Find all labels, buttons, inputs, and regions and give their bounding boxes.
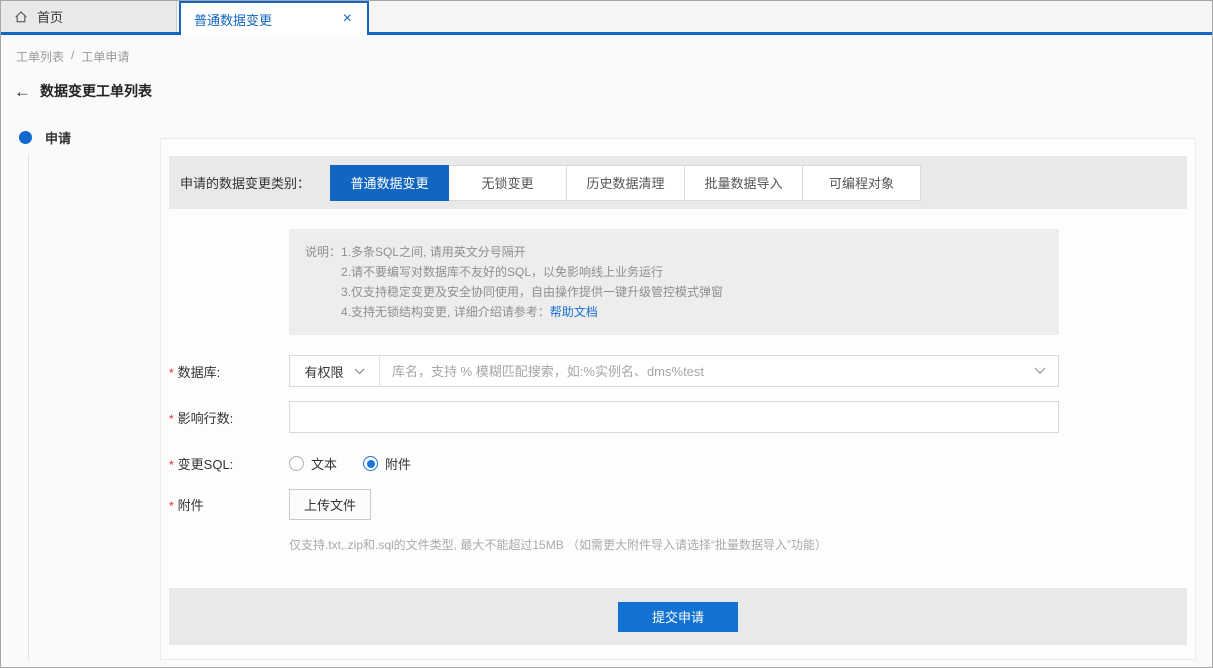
- sql-attachment-radio-label: 附件: [385, 457, 412, 472]
- step-label: 申请: [45, 131, 72, 146]
- category-strip: 申请的数据变更类别： 普通数据变更 无锁变更 历史数据清理 批量数据导入 可编程…: [169, 156, 1187, 209]
- tab-home[interactable]: 首页: [1, 1, 177, 32]
- sql-text-radio-label: 文本: [311, 457, 338, 472]
- change-sql-label: * 变更SQL:: [169, 457, 234, 472]
- note-line-4: 4.支持无锁结构变更, 详细介绍请参考：帮助文档: [341, 305, 598, 319]
- page-title-row: ← 数据变更工单列表: [14, 81, 1212, 101]
- page-title: 数据变更工单列表: [40, 83, 152, 99]
- attachment-label: * 附件: [169, 498, 204, 513]
- category-label: 申请的数据变更类别：: [180, 176, 311, 191]
- attachment-hint: 仅支持.txt,.zip和.sql的文件类型, 最大不能超过15MB （如需更大…: [289, 538, 828, 552]
- category-normal-data-change[interactable]: 普通数据变更: [330, 164, 450, 201]
- step-timeline: [28, 154, 29, 660]
- breadcrumb-ticket-list[interactable]: 工单列表: [16, 48, 64, 65]
- category-lock-free-change[interactable]: 无锁变更: [448, 164, 568, 201]
- database-row: * 数据库: 有权限: [161, 355, 1195, 387]
- database-scope-value: 有权限: [304, 364, 344, 380]
- radio-unchecked-icon: [289, 456, 304, 471]
- category-programmable-object[interactable]: 可编程对象: [802, 164, 922, 201]
- breadcrumb-separator: /: [71, 48, 75, 62]
- back-arrow-icon[interactable]: ←: [14, 83, 31, 100]
- breadcrumb-ticket-apply[interactable]: 工单申请: [81, 48, 129, 65]
- notes-lines: 1.多条SQL之间, 请用英文分号隔开 2.请不要编写对数据库不友好的SQL，以…: [341, 242, 723, 322]
- required-mark: *: [169, 499, 174, 513]
- change-sql-radio-group: 文本 附件: [289, 454, 411, 473]
- tab-active[interactable]: 普通数据变更 ×: [179, 1, 369, 35]
- breadcrumb: 工单列表 / 工单申请: [16, 48, 1212, 65]
- required-mark: *: [169, 458, 174, 472]
- database-search-input[interactable]: [380, 363, 1022, 379]
- database-expand-button[interactable]: [1022, 367, 1058, 375]
- sql-attachment-radio[interactable]: 附件: [363, 454, 411, 473]
- category-history-data-clean[interactable]: 历史数据清理: [566, 164, 686, 201]
- category-button-group: 普通数据变更 无锁变更 历史数据清理 批量数据导入 可编程对象: [330, 164, 922, 201]
- category-batch-data-import[interactable]: 批量数据导入: [684, 164, 804, 201]
- submit-application-button[interactable]: 提交申请: [618, 601, 738, 632]
- upload-file-button[interactable]: 上传文件: [289, 489, 371, 520]
- tab-home-label: 首页: [37, 10, 64, 25]
- database-label: * 数据库:: [169, 364, 221, 380]
- tab-active-label: 普通数据变更: [194, 12, 273, 28]
- note-line-1: 1.多条SQL之间, 请用英文分号隔开: [341, 245, 526, 259]
- affected-rows-input[interactable]: [289, 401, 1059, 433]
- radio-checked-icon: [363, 456, 379, 471]
- apply-form-card: 申请的数据变更类别： 普通数据变更 无锁变更 历史数据清理 批量数据导入 可编程…: [160, 138, 1196, 660]
- help-doc-link[interactable]: 帮助文档: [550, 305, 598, 319]
- required-mark: *: [169, 365, 174, 380]
- tab-bar: 首页 普通数据变更 ×: [1, 1, 1212, 35]
- chevron-down-icon: [1034, 367, 1046, 375]
- change-sql-row: * 变更SQL: 文本 附件: [161, 454, 1195, 473]
- database-scope-dropdown[interactable]: 有权限: [290, 356, 380, 386]
- submit-strip: 提交申请: [169, 588, 1187, 645]
- step-dot-icon: [19, 131, 32, 144]
- chevron-down-icon: [354, 368, 365, 375]
- note-line-3: 3.仅支持稳定变更及安全协同使用，自由操作提供一键升级管控模式弹窗: [341, 285, 724, 299]
- affected-rows-label: * 影响行数:: [169, 410, 234, 426]
- notes-label: 说明：: [305, 245, 342, 259]
- note-line-2: 2.请不要编写对数据库不友好的SQL，以免影响线上业务运行: [341, 265, 664, 279]
- sql-text-radio[interactable]: 文本: [289, 454, 337, 473]
- attachment-row: * 附件 上传文件: [161, 489, 1195, 520]
- required-mark: *: [169, 411, 174, 426]
- affected-rows-row: * 影响行数:: [161, 401, 1195, 433]
- database-select-control: 有权限: [289, 355, 1059, 387]
- close-icon[interactable]: ×: [341, 11, 354, 27]
- app-window: 首页 普通数据变更 × 工单列表 / 工单申请 ← 数据变更工单列表 申请 申请…: [0, 0, 1213, 668]
- notes-box: 说明： 1.多条SQL之间, 请用英文分号隔开 2.请不要编写对数据库不友好的S…: [289, 229, 1059, 335]
- home-icon: [14, 10, 28, 24]
